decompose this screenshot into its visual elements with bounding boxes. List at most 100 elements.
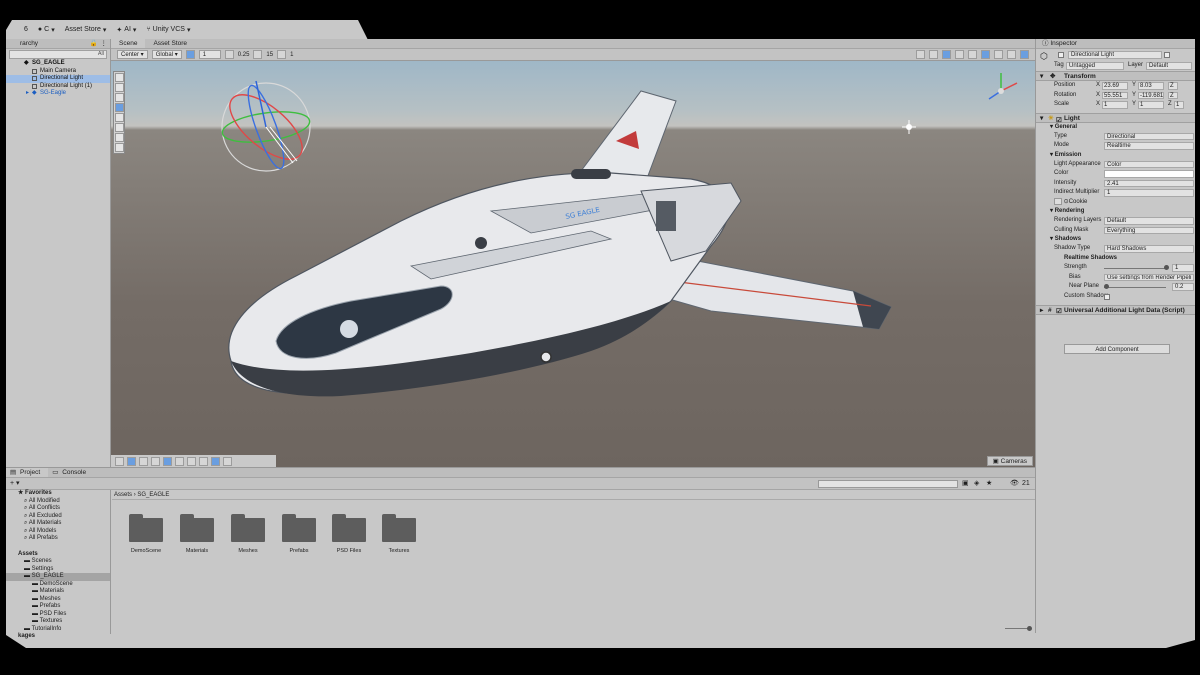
sun-icon[interactable]: [902, 120, 916, 134]
tree-item-sg-eagle[interactable]: ▸ ◆ SG-Eagle: [6, 90, 110, 98]
transform-icon[interactable]: [211, 456, 220, 466]
scale-snap-toggle[interactable]: [277, 50, 287, 59]
audio-icon[interactable]: [187, 456, 196, 466]
scale-z[interactable]: Z1: [1168, 101, 1184, 109]
near-plane-slider[interactable]: [1104, 287, 1166, 288]
grid-toggle[interactable]: [185, 50, 195, 59]
camera-settings-button[interactable]: [1007, 50, 1016, 59]
asset-folder[interactable]: ▬ DemoScene: [6, 581, 110, 589]
shadow-type-dropdown[interactable]: Hard Shadows: [1104, 245, 1194, 253]
inspector-tab[interactable]: ⓘ Inspector: [1036, 39, 1195, 49]
strength-field[interactable]: 1: [1172, 264, 1194, 272]
cookie-row[interactable]: ⊙Cookie: [1036, 197, 1195, 208]
packages-head[interactable]: kages: [6, 633, 110, 641]
tab-project[interactable]: ▤ Project: [6, 468, 49, 477]
nav-icon[interactable]: [139, 456, 148, 466]
asset-folder[interactable]: ▬ TutorialInfo: [6, 626, 110, 634]
cookie-slot[interactable]: [1054, 197, 1062, 205]
asset-folder[interactable]: ▬ PSD Files: [6, 611, 110, 619]
folder-item[interactable]: PSD Files: [331, 514, 367, 554]
folder-item[interactable]: Meshes: [230, 514, 266, 554]
scale-snap-value[interactable]: 1: [290, 52, 293, 58]
position-x[interactable]: X 23.69: [1096, 82, 1128, 90]
object-name-field[interactable]: Directional Light: [1068, 51, 1162, 59]
vcs-button[interactable]: ⑂ Unity VCS ▾: [146, 26, 190, 34]
folder-item[interactable]: Materials: [179, 514, 215, 554]
scene-viewport[interactable]: SG EAGLE ▣ Cameras: [111, 61, 1035, 467]
add-icon[interactable]: + ▾: [10, 479, 20, 487]
project-search-input[interactable]: [818, 480, 958, 488]
shading-wire-button[interactable]: [916, 50, 925, 59]
asset-folder[interactable]: ▬ Textures: [6, 618, 110, 626]
asset-folder-selected[interactable]: ▬ SG_EAGLE: [6, 573, 110, 581]
favorite-icon[interactable]: ★: [986, 479, 992, 487]
tab-asset-store[interactable]: Asset Store: [145, 39, 195, 48]
asset-folder[interactable]: ▬ Settings: [6, 566, 110, 574]
lighting-toggle[interactable]: [968, 50, 977, 59]
grid-size-field[interactable]: 1: [198, 50, 221, 59]
rendering-section[interactable]: ▾ Rendering: [1036, 207, 1195, 216]
effects-toggle[interactable]: [981, 50, 990, 59]
script-enabled-checkbox[interactable]: ☑: [1056, 307, 1062, 317]
mode-dropdown[interactable]: Realtime: [1104, 142, 1194, 150]
favorite-item[interactable]: ⌕ All Conflicts: [6, 505, 110, 513]
move-icon[interactable]: [127, 456, 136, 466]
strength-slider-knob[interactable]: [1164, 265, 1169, 270]
tree-item-main-camera[interactable]: Main Camera: [6, 68, 110, 76]
color-swatch[interactable]: [1104, 170, 1194, 178]
tab-scene[interactable]: Scene: [111, 39, 146, 48]
rect-tool-icon[interactable]: [115, 123, 124, 132]
hand-tool-icon[interactable]: [115, 83, 124, 92]
transform-header[interactable]: ▾ ✥ Transform: [1036, 71, 1195, 81]
gizmos-toggle[interactable]: [1020, 50, 1029, 59]
snap-icon[interactable]: [163, 456, 172, 466]
move-tool-icon[interactable]: [115, 93, 124, 102]
scale-y[interactable]: Y1: [1132, 101, 1164, 109]
custom-shadow-checkbox[interactable]: [1104, 293, 1110, 300]
culling-dropdown[interactable]: Everything: [1104, 226, 1194, 234]
angle-snap-toggle[interactable]: [253, 50, 263, 59]
orientation-gizmo[interactable]: [988, 73, 1018, 100]
cloud-button[interactable]: ● C ▾: [38, 26, 55, 34]
shading-solid-button[interactable]: [929, 50, 938, 59]
spaceship-render[interactable]: SG EAGLE: [111, 61, 1035, 467]
asset-folder[interactable]: ▬ Prefabs: [6, 603, 110, 611]
expand-arrow-icon[interactable]: ▸: [26, 90, 29, 98]
cameras-overlay[interactable]: ▣ Cameras: [986, 456, 1033, 466]
position-z[interactable]: Z: [1168, 82, 1178, 90]
rotate-tool-icon[interactable]: [115, 103, 124, 112]
light-header[interactable]: ▾ ☀ ☑ Light: [1036, 112, 1195, 124]
shading-textured-button[interactable]: [942, 50, 951, 59]
scene-root[interactable]: ◆ SG_EAGLE: [6, 60, 110, 68]
icon-size-slider-knob[interactable]: [1027, 626, 1032, 631]
near-plane-field[interactable]: 0.2: [1172, 283, 1194, 291]
filter-label-icon[interactable]: ◈: [974, 479, 979, 487]
layer-dropdown[interactable]: Default: [1146, 62, 1192, 70]
rotation-x[interactable]: X 55.551: [1096, 91, 1128, 99]
hierarchy-search-input[interactable]: All: [9, 50, 107, 59]
account-button[interactable]: 6: [24, 26, 28, 33]
tab-console[interactable]: ▭ Console: [48, 468, 94, 477]
snap-value[interactable]: 0.25: [238, 52, 250, 58]
2d-toggle[interactable]: [955, 50, 964, 59]
filter-type-icon[interactable]: ▣: [962, 479, 969, 487]
pan-icon[interactable]: [223, 456, 232, 466]
hierarchy-tab[interactable]: rarchy 🔒 ⋮: [6, 39, 110, 49]
asset-store-button[interactable]: Asset Store ▾: [65, 26, 107, 34]
rotation-z[interactable]: Z: [1168, 91, 1178, 99]
tree-item-directional-light[interactable]: Directional Light: [6, 75, 110, 83]
urp-light-data-header[interactable]: ▸ # ☑ Universal Additional Light Data (Scri…: [1036, 305, 1195, 315]
assets-head[interactable]: Assets: [6, 551, 110, 559]
light-icon[interactable]: [175, 456, 184, 466]
appearance-dropdown[interactable]: Color: [1104, 160, 1194, 168]
near-plane-slider-knob[interactable]: [1104, 284, 1109, 289]
favorite-item[interactable]: ⌕ All Modified: [6, 498, 110, 506]
grid-icon[interactable]: [151, 456, 160, 466]
emission-section[interactable]: ▾ Emission: [1036, 151, 1195, 160]
space-dropdown[interactable]: Global ▾: [151, 50, 182, 59]
rotation-y[interactable]: Y -119.681: [1132, 91, 1164, 99]
pivot-dropdown[interactable]: Center ▾: [117, 50, 148, 59]
folder-item[interactable]: Textures: [381, 514, 417, 554]
visibility-icon[interactable]: 👁: [1010, 479, 1019, 487]
breadcrumb-current[interactable]: SG_EAGLE: [137, 492, 169, 498]
